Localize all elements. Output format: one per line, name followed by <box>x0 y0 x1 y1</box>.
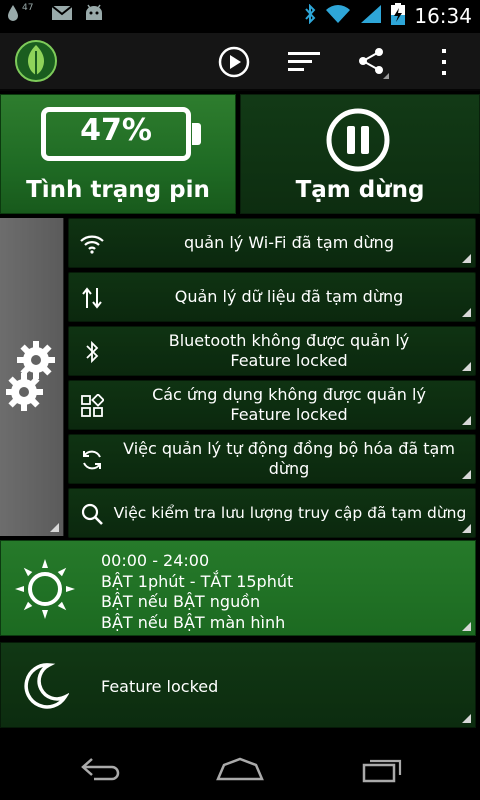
row-line-1: Việc kiểm tra lưu lượng truy cập đã tạm … <box>113 504 467 522</box>
status-clock: 16:34 <box>414 4 472 28</box>
corner-indicator <box>462 254 471 263</box>
row-line-1: Việc quản lý tự động đồng bộ hóa đã tạm <box>123 439 455 458</box>
row-text: Các ứng dụng không được quản lý Feature … <box>113 381 465 429</box>
back-icon[interactable] <box>70 752 130 786</box>
corner-indicator <box>462 470 471 479</box>
row-line-1: Các ứng dụng không được quản lý <box>152 385 426 404</box>
row-line-2: Feature locked <box>230 405 348 424</box>
corner-indicator <box>462 524 471 533</box>
schedule-power-condition: BẬT nếu BẬT nguồn <box>101 592 261 611</box>
action-bar <box>0 33 480 91</box>
battery-status-label: Tình trạng pin <box>26 177 210 203</box>
row-text: Bluetooth không được quản lý Feature loc… <box>113 327 465 375</box>
row-text: Quản lý dữ liệu đã tạm dừng <box>113 273 465 321</box>
wifi-icon <box>77 229 107 259</box>
schedule-screen-condition: BẬT nếu BẬT màn hình <box>101 612 286 632</box>
traffic-check-row[interactable]: Việc kiểm tra lưu lượng truy cập đã tạm … <box>68 488 476 538</box>
play-icon[interactable] <box>214 42 254 82</box>
corner-indicator <box>462 362 471 371</box>
status-bar-right: 16:34 <box>304 3 472 29</box>
row-text: Việc quản lý tự động đồng bộ hóa đã tạm … <box>113 435 465 483</box>
bluetooth-icon <box>77 337 107 367</box>
row-line-1: Quản lý dữ liệu đã tạm dừng <box>174 287 404 306</box>
moon-icon <box>19 661 70 711</box>
share-icon[interactable] <box>352 42 392 82</box>
notification-count: 47 <box>22 3 34 13</box>
wifi-icon <box>325 4 351 28</box>
schedule-interval: BẬT 1phút - TẮT 15phút <box>101 571 294 591</box>
data-management-row[interactable]: Quản lý dữ liệu đã tạm dừng <box>68 272 476 322</box>
row-text: quản lý Wi-Fi đã tạm dừng <box>113 219 465 267</box>
battery-drop-icon <box>6 4 20 26</box>
pause-label: Tạm dừng <box>295 177 425 203</box>
night-locked-text: Feature locked <box>101 677 219 696</box>
status-bar: 47 16:34 <box>0 0 480 33</box>
recent-apps-icon[interactable] <box>352 752 412 786</box>
pause-circle-icon <box>325 107 391 173</box>
row-line-1: Bluetooth không được quản lý <box>168 331 410 350</box>
day-schedule-tile[interactable]: 00:00 - 24:00 BẬT 1phút - TẮT 15phút BẬT… <box>0 540 476 636</box>
battery-tip <box>192 123 201 145</box>
corner-indicator <box>462 714 471 723</box>
apps-icon <box>77 391 107 421</box>
schedule-time-range: 00:00 - 24:00 <box>101 551 210 570</box>
corner-indicator <box>462 416 471 425</box>
search-icon <box>77 499 107 529</box>
sync-icon <box>77 445 107 475</box>
signal-icon <box>360 4 382 28</box>
android-icon <box>83 4 105 26</box>
night-schedule-tile[interactable]: Feature locked <box>0 642 476 728</box>
pause-tile[interactable]: Tạm dừng <box>240 94 480 214</box>
sort-icon[interactable] <box>284 42 324 82</box>
navigation-bar <box>0 736 480 800</box>
corner-indicator <box>50 523 59 532</box>
corner-indicator <box>462 622 471 631</box>
battery-charging-icon <box>391 3 406 29</box>
sun-icon <box>13 557 77 621</box>
schedule-text: 00:00 - 24:00 BẬT 1phút - TẮT 15phút BẬT… <box>101 551 293 633</box>
corner-indicator <box>462 308 471 317</box>
gmail-icon <box>51 5 74 25</box>
row-text: Việc kiểm tra lưu lượng truy cập đã tạm … <box>109 489 471 537</box>
row-line-2: Feature locked <box>230 351 348 370</box>
app-logo-leaf-icon[interactable] <box>14 39 58 83</box>
battery-percent: 47% <box>80 113 152 148</box>
battery-status-tile[interactable]: 47% Tình trạng pin <box>0 94 236 214</box>
gears-icon <box>5 338 58 418</box>
overflow-menu-icon[interactable] <box>424 42 464 82</box>
apps-management-row[interactable]: Các ứng dụng không được quản lý Feature … <box>68 380 476 430</box>
row-line-2: dừng <box>268 459 310 478</box>
row-line-1: quản lý Wi-Fi đã tạm dừng <box>184 233 394 252</box>
data-arrows-icon <box>77 283 107 313</box>
bluetooth-icon <box>304 3 316 28</box>
wifi-management-row[interactable]: quản lý Wi-Fi đã tạm dừng <box>68 218 476 268</box>
sync-management-row[interactable]: Việc quản lý tự động đồng bộ hóa đã tạm … <box>68 434 476 484</box>
home-icon[interactable] <box>210 752 270 786</box>
settings-button[interactable] <box>0 218 64 536</box>
bluetooth-management-row[interactable]: Bluetooth không được quản lý Feature loc… <box>68 326 476 376</box>
status-bar-left: 47 <box>6 3 105 26</box>
